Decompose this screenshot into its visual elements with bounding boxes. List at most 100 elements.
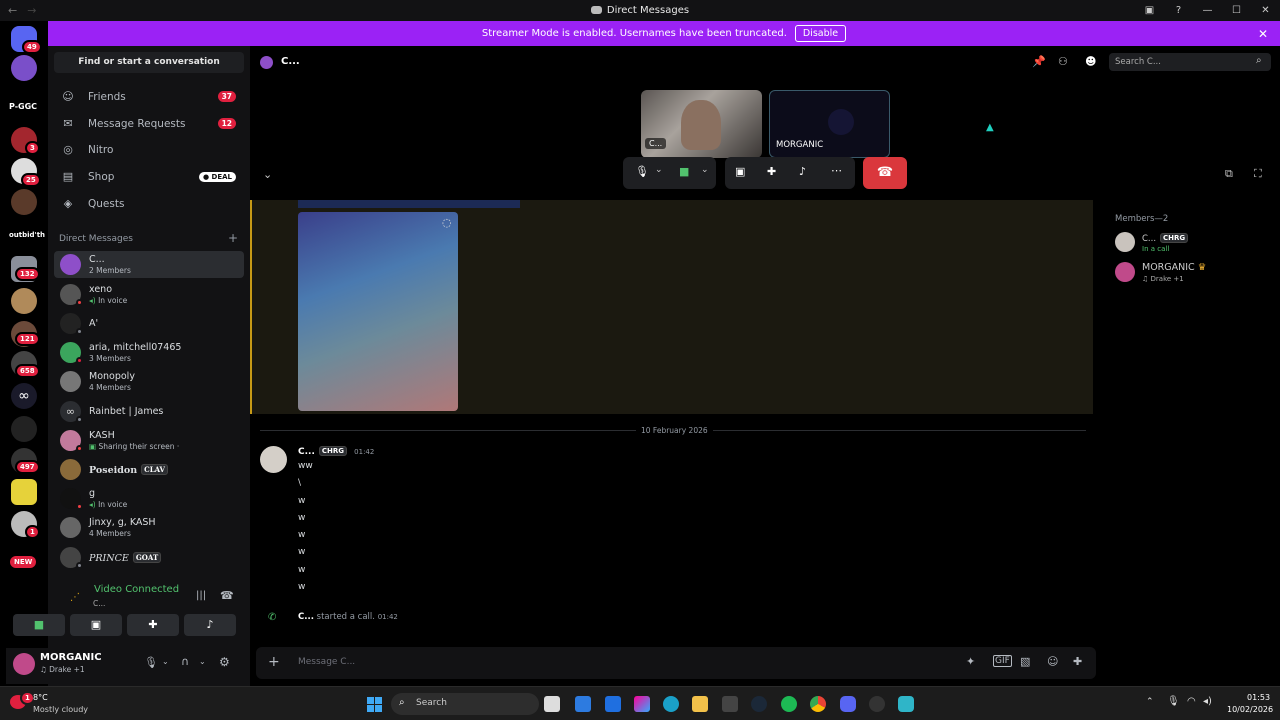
find-conversation-button[interactable]: Find or start a conversation [54,52,244,73]
app-icon[interactable] [898,696,914,712]
collapse-chevron-icon[interactable]: ⌄ [263,168,272,181]
pin-icon[interactable]: 📌 [1032,55,1046,68]
dm-item[interactable]: A' [54,310,244,337]
activities-button[interactable]: ✚ [127,614,179,636]
author-avatar[interactable] [260,446,287,473]
spotify-icon[interactable] [781,696,797,712]
member-list-icon[interactable]: ☻ [1085,55,1096,68]
message-input[interactable]: Message C... [298,657,938,667]
edge-icon[interactable] [663,696,679,712]
popout-icon[interactable]: ⧉ [1225,167,1233,181]
message-author[interactable]: C... [298,447,315,457]
image-attachment[interactable] [298,212,458,411]
voice-channel[interactable]: C... [93,599,105,608]
discord-icon[interactable] [840,696,856,712]
screen-share-icon[interactable]: ▣ [735,165,745,178]
server-label[interactable]: outbid'th [9,231,45,239]
emoji-icon[interactable]: ☺ [1047,655,1058,668]
dm-item[interactable]: ∞ Rainbet | James [54,398,244,425]
weather-temp[interactable]: 8°C [33,693,48,702]
create-dm-plus-icon[interactable]: + [228,231,238,245]
forward-arrow-icon[interactable]: → [27,4,36,17]
member-item[interactable]: C... CHRG In a call [1115,230,1275,256]
microphone-icon[interactable]: 🎙 [635,165,649,178]
search-icon[interactable]: ⌕ [1256,55,1262,66]
calendar-app-icon[interactable] [575,696,591,712]
member-item[interactable]: MORGANIC ♛ ♫ Drake +1 [1115,260,1275,286]
dm-item[interactable]: Poseidon CLAV [54,456,244,483]
soundboard-icon[interactable]: ♪ [799,165,806,178]
dropbox-icon[interactable] [605,696,621,712]
microphone-tray-icon[interactable]: 🎙 [1167,696,1180,707]
clock-date[interactable]: 10/02/2026 [1227,705,1273,714]
clock-time[interactable]: 01:53 [1247,693,1270,702]
app-icon[interactable] [722,696,738,712]
server-icon[interactable] [11,55,37,81]
chevron-down-icon[interactable]: ⌄ [701,165,709,175]
back-arrow-icon[interactable]: ← [8,4,17,17]
close-window-button[interactable]: ✕ [1251,5,1280,16]
fullscreen-icon[interactable]: ⛶ [1254,167,1262,181]
nav-message-requests[interactable]: ✉ Message Requests 12 [54,111,244,136]
dm-item[interactable]: C... 2 Members [54,251,244,278]
chevron-down-icon[interactable]: ⌄ [199,657,206,666]
copilot-icon[interactable] [634,696,650,712]
app-icon[interactable] [869,696,885,712]
activities-icon[interactable]: ✚ [767,165,776,178]
volume-icon[interactable]: ◂) [1203,696,1212,707]
disable-streamer-button[interactable]: Disable [794,25,847,42]
camera-button[interactable]: ■ [13,614,65,636]
dm-item[interactable]: Jinxy, g, KASH 4 Members [54,514,244,541]
task-view-icon[interactable] [544,696,560,712]
gift-icon[interactable]: ✦ [966,655,975,668]
server-icon[interactable] [11,288,37,314]
screen-share-button[interactable]: ▣ [70,614,122,636]
chevron-down-icon[interactable]: ⌄ [162,657,169,666]
disconnect-icon[interactable]: ☎ [220,589,234,602]
headset-icon[interactable]: ∩ [181,655,189,668]
steam-icon[interactable] [751,696,767,712]
gif-icon[interactable]: GIF [993,655,1012,667]
inbox-icon[interactable]: ▣ [1135,5,1164,16]
system-author[interactable]: C... [298,612,314,622]
video-tile[interactable]: C... [641,90,762,158]
camera-icon[interactable]: ■ [679,165,689,178]
hang-up-button[interactable]: ☎ [863,157,907,189]
server-icon[interactable] [11,479,37,505]
start-button[interactable] [367,697,382,712]
maximize-button[interactable]: ☐ [1222,5,1251,16]
minimize-button[interactable]: — [1193,5,1222,16]
video-tile[interactable]: MORGANIC [769,90,890,158]
noise-suppression-icon[interactable]: ||| [196,590,206,601]
sticker-icon[interactable]: ▧ [1020,655,1030,668]
nav-nitro[interactable]: ◎ Nitro [54,137,244,162]
close-icon[interactable]: ✕ [1258,27,1268,41]
file-explorer-icon[interactable] [692,696,708,712]
voice-status[interactable]: Video Connected [94,584,179,595]
dm-item[interactable]: KASH ▣ Sharing their screen · [54,427,244,454]
wifi-icon[interactable]: ◠ [1187,696,1196,707]
server-icon[interactable]: ∞ [11,383,37,409]
microphone-icon[interactable]: 🎙 [144,656,158,669]
apps-icon[interactable]: ✚ [1073,655,1082,668]
chevron-up-icon[interactable]: ⌃ [1146,697,1154,707]
soundboard-button[interactable]: ♪ [184,614,236,636]
dm-item[interactable]: aria, mitchell07465 3 Members [54,339,244,366]
search-input[interactable]: Search C... [1109,53,1271,71]
weather-desc[interactable]: Mostly cloudy [33,705,88,714]
taskbar-search[interactable]: ⌕ Search [391,693,539,715]
dm-item[interactable]: PRINCE GOAT [54,544,244,571]
channel-title[interactable]: C... [281,56,300,67]
dm-item[interactable]: xeno ◂) In voice [54,281,244,308]
chrome-icon[interactable] [810,696,826,712]
dm-item[interactable]: g ◂) In voice [54,485,244,512]
dm-item[interactable]: Monopoly 4 Members [54,368,244,395]
attach-plus-icon[interactable]: + [268,654,280,670]
server-icon[interactable] [11,416,37,442]
server-icon[interactable] [11,189,37,215]
nav-quests[interactable]: ◈ Quests [54,191,244,216]
user-avatar[interactable] [13,653,35,675]
more-options-icon[interactable]: ⋯ [831,164,842,177]
nav-shop[interactable]: ▤ Shop ● DEAL [54,164,244,189]
server-label[interactable]: P-GGC [9,102,37,111]
